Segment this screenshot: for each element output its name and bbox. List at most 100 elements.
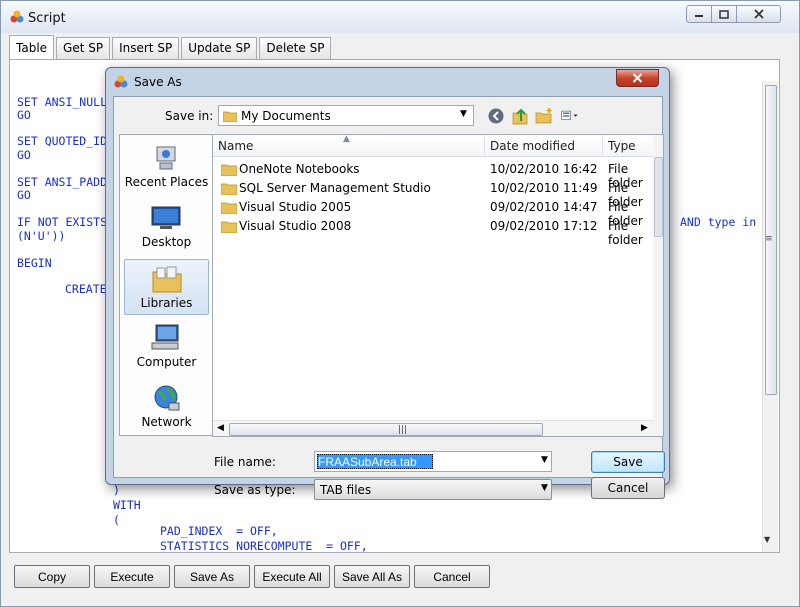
window-title: Script — [28, 11, 66, 26]
file-name: Visual Studio 2008 — [239, 219, 352, 233]
tab-insert-sp[interactable]: Insert SP — [112, 37, 180, 59]
tab-table[interactable]: Table — [9, 35, 55, 59]
copy-button[interactable]: Copy — [14, 565, 90, 588]
dialog-close-button[interactable] — [616, 69, 659, 87]
file-row[interactable]: Visual Studio 2005 09/02/2010 14:47 File… — [213, 198, 653, 228]
code-line: AND type in — [680, 215, 757, 229]
save-in-dropdown[interactable]: My Documents ▼ — [218, 105, 474, 126]
maximize-button[interactable] — [711, 5, 737, 23]
folder-icon — [223, 111, 237, 122]
place-recent-places[interactable]: Recent Places — [124, 139, 209, 195]
place-network[interactable]: Network — [124, 379, 209, 435]
folder-icon — [221, 183, 237, 195]
sort-ascending-icon: ▲ — [343, 134, 350, 144]
file-name-label: File name: — [214, 455, 276, 469]
place-label: Computer — [136, 355, 197, 369]
save-all-as-button[interactable]: Save All As — [334, 565, 410, 588]
tab-strip: Table Get SP Insert SP Update SP Delete … — [9, 35, 333, 59]
tab-delete-sp[interactable]: Delete SP — [259, 37, 332, 59]
file-row[interactable]: Visual Studio 2008 09/02/2010 17:12 File… — [213, 217, 653, 247]
code-line: SET ANSI_NULL — [17, 95, 108, 109]
minimize-icon — [695, 15, 703, 17]
scroll-left-arrow-icon[interactable]: ◀ — [217, 423, 224, 433]
close-icon — [632, 73, 643, 83]
place-computer[interactable]: Computer — [124, 319, 209, 375]
tab-get-sp[interactable]: Get SP — [56, 37, 111, 59]
column-header-date[interactable]: Date modified — [485, 135, 603, 157]
place-desktop[interactable]: Desktop — [124, 199, 209, 255]
app-icon — [10, 10, 24, 23]
dialog-title-bar: Save As — [106, 68, 669, 96]
file-row[interactable]: OneNote Notebooks 10/02/2010 16:42 File … — [213, 160, 653, 190]
file-list-vertical-scrollbar[interactable] — [653, 135, 663, 436]
file-date: 09/02/2010 14:47 — [490, 200, 598, 214]
code-line: (N'U')) — [17, 229, 66, 243]
folder-icon — [221, 221, 237, 233]
views-menu-icon[interactable] — [561, 107, 579, 125]
place-libraries[interactable]: Libraries — [124, 259, 209, 315]
scroll-down-arrow-icon[interactable]: ▼ — [764, 535, 770, 544]
chevron-down-icon[interactable]: ▼ — [541, 455, 548, 465]
scrollbar-thumb[interactable]: ||| — [229, 423, 543, 436]
save-as-button[interactable]: Save As — [174, 565, 250, 588]
place-label: Recent Places — [124, 175, 209, 189]
dialog-title: Save As — [134, 75, 182, 89]
file-name-input[interactable] — [318, 454, 528, 469]
scroll-grip-icon: ||| — [398, 425, 408, 435]
folder-icon — [221, 202, 237, 214]
code-line: SET QUOTED_ID — [17, 134, 108, 148]
editor-vertical-scrollbar[interactable] — [762, 81, 778, 552]
file-date: 10/02/2010 16:42 — [490, 162, 598, 176]
libraries-icon — [152, 266, 182, 293]
save-in-label: Save in: — [165, 109, 214, 123]
back-icon[interactable] — [487, 107, 505, 125]
file-date: 10/02/2010 11:49 — [490, 181, 598, 195]
save-as-type-value: TAB files — [320, 483, 372, 497]
file-row[interactable]: SQL Server Management Studio 10/02/2010 … — [213, 179, 653, 209]
close-icon — [753, 9, 764, 19]
save-in-value: My Documents — [241, 109, 331, 123]
minimize-button[interactable] — [686, 5, 712, 23]
scrollbar-thumb[interactable] — [654, 157, 663, 237]
close-window-button[interactable] — [736, 5, 781, 23]
code-line: CREATE — [65, 282, 107, 296]
scroll-grip-icon: ≡ — [765, 234, 773, 244]
new-folder-icon[interactable] — [535, 107, 553, 125]
code-line: ( — [113, 513, 120, 527]
code-line: SET ANSI_PADD — [17, 175, 108, 189]
file-name: SQL Server Management Studio — [239, 181, 431, 195]
app-icon — [114, 75, 128, 88]
code-line: GO — [17, 148, 31, 162]
save-as-type-dropdown[interactable]: TAB files ▼ — [314, 479, 552, 500]
desktop-icon — [151, 206, 181, 229]
file-list: Name ▲ Date modified Type OneNote Notebo… — [212, 134, 664, 437]
network-icon — [154, 385, 180, 411]
code-line: WITH — [113, 498, 141, 512]
folder-icon — [221, 164, 237, 176]
place-label: Libraries — [140, 296, 193, 310]
code-line: GO — [17, 108, 31, 122]
code-line: ) — [113, 483, 120, 497]
file-date: 09/02/2010 17:12 — [490, 219, 598, 233]
action-bar: Copy Execute Save As Execute All Save Al… — [14, 565, 494, 588]
file-list-horizontal-scrollbar[interactable]: ◀ ||| ▶ — [213, 420, 653, 436]
up-folder-icon[interactable] — [511, 107, 529, 125]
cancel-button[interactable]: Cancel — [414, 565, 490, 588]
file-name: OneNote Notebooks — [239, 162, 360, 176]
save-button[interactable]: Save — [591, 451, 665, 473]
scroll-right-arrow-icon[interactable]: ▶ — [641, 423, 648, 433]
dialog-cancel-button[interactable]: Cancel — [591, 477, 665, 499]
column-headers: Name ▲ Date modified Type — [213, 135, 653, 157]
recent-places-icon — [156, 146, 176, 170]
file-name: Visual Studio 2005 — [239, 200, 352, 214]
column-header-name[interactable]: Name ▲ — [213, 135, 485, 157]
execute-button[interactable]: Execute — [94, 565, 170, 588]
computer-icon — [151, 324, 179, 350]
code-line: IF NOT EXISTS — [17, 215, 108, 229]
save-as-type-label: Save as type: — [214, 483, 296, 497]
place-label: Network — [141, 415, 192, 429]
file-name-combo[interactable]: ▼ — [314, 451, 552, 472]
tab-update-sp[interactable]: Update SP — [181, 37, 258, 59]
save-as-dialog: Save As Save in: My Documents ▼ Recent P… — [105, 67, 670, 500]
execute-all-button[interactable]: Execute All — [254, 565, 330, 588]
